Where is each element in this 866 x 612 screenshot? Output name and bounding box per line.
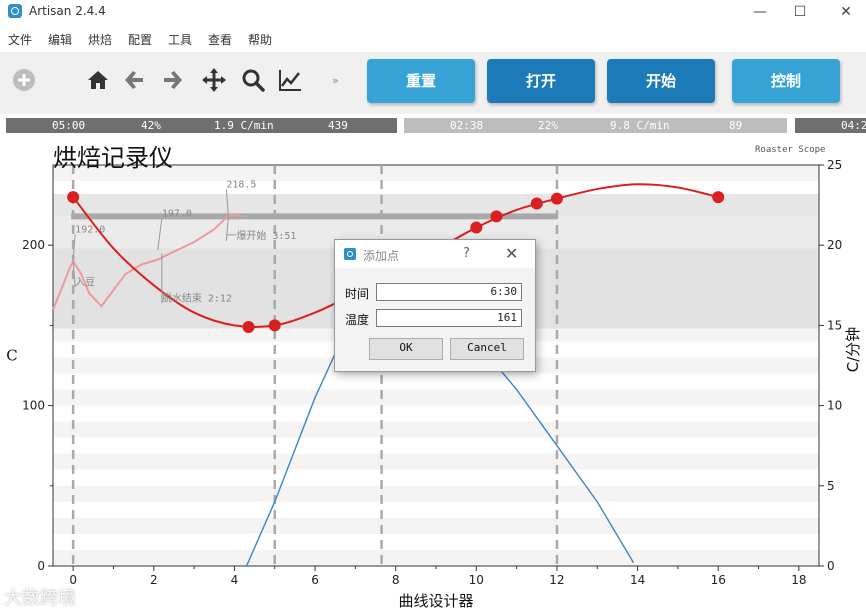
y-left-tick-label: 100	[22, 399, 45, 413]
dialog-help-button[interactable]: ?	[463, 246, 470, 261]
dialog-title: 添加点	[363, 249, 400, 263]
cancel-button[interactable]: Cancel	[450, 338, 524, 360]
plot-stripe	[53, 517, 819, 534]
y-right-tick-label: 15	[827, 318, 842, 332]
x-tick-label: 18	[791, 573, 806, 587]
y-right-tick-label: 10	[827, 399, 842, 413]
y-right-tick-label: 5	[827, 479, 835, 493]
x-tick-label: 14	[630, 573, 645, 587]
x-tick-label: 8	[392, 573, 400, 587]
ok-button[interactable]: OK	[369, 338, 443, 360]
x-axis-label: 曲线设计器	[398, 592, 473, 610]
designer-point	[242, 321, 255, 334]
annotation-text: 入豆	[75, 276, 95, 288]
plot-stripe	[53, 421, 819, 438]
dialog-titlebar: 添加点 ? ✕	[335, 240, 535, 268]
y-right-tick-label: 20	[827, 238, 842, 252]
time-label: 时间	[345, 287, 370, 301]
time-input[interactable]: 6:30	[376, 283, 522, 301]
app-logo-icon	[344, 248, 356, 260]
y-right-axis-label: C/分钟	[844, 327, 862, 373]
temperature-label: 温度	[345, 313, 370, 327]
annotation-text: 一爆开始 3:51	[226, 229, 296, 242]
x-tick-label: 6	[311, 573, 319, 587]
designer-point	[490, 210, 503, 223]
annotation-text: 脱水结束 2:12	[162, 291, 232, 304]
y-right-tick-label: 0	[827, 559, 835, 573]
plot-stripe	[53, 389, 819, 406]
annotation-text: 192.0	[75, 224, 105, 235]
temperature-input[interactable]: 161	[376, 309, 522, 327]
x-tick-label: 10	[469, 573, 484, 587]
annotation-text: 218.5	[226, 179, 256, 190]
x-tick-label: 4	[231, 573, 239, 587]
designer-point	[550, 192, 563, 205]
designer-point	[268, 319, 281, 332]
annotation-text: 197.0	[162, 208, 192, 219]
dialog-close-button[interactable]: ✕	[505, 244, 518, 263]
x-tick-label: 2	[150, 573, 158, 587]
y-left-axis-label: C	[6, 347, 17, 365]
plot-stripe	[53, 453, 819, 470]
watermark-logo: 大数跨境	[4, 588, 76, 609]
plot-stripe	[53, 485, 819, 502]
x-tick-label: 16	[711, 573, 726, 587]
y-left-tick-label: 0	[37, 559, 45, 573]
plot-stripe	[53, 549, 819, 566]
chart-title: 烘焙记录仪	[53, 144, 173, 172]
x-tick-label: 12	[549, 573, 564, 587]
y-left-tick-label: 200	[22, 238, 45, 252]
designer-point	[67, 191, 80, 204]
designer-point	[470, 221, 483, 234]
add-point-dialog: 添加点 ? ✕ 时间 6:30 温度 161 OK Cancel	[334, 239, 536, 372]
designer-point	[530, 197, 543, 210]
y-right-tick-label: 25	[827, 158, 842, 172]
designer-point	[712, 191, 725, 204]
roaster-scope-label: Roaster Scope	[755, 145, 826, 155]
